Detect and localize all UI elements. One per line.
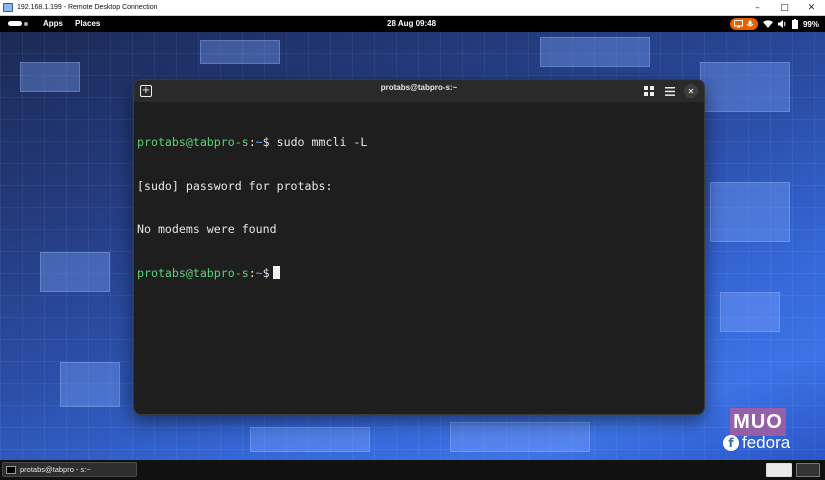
bottom-taskbar: protabs@tabpro - s:~ [0,460,825,480]
sharing-indicator[interactable] [729,18,758,30]
taskbar-window-button[interactable]: protabs@tabpro - s:~ [2,462,137,477]
terminal-icon [6,465,16,474]
audio-icon [746,20,754,27]
terminal-title: protabs@tabpro-s:~ [380,83,458,92]
apps-menu[interactable]: Apps [43,19,63,28]
prompt-separator: : [248,265,256,280]
system-indicators[interactable]: 99% [729,18,819,30]
taskbar-window-label: protabs@tabpro - s:~ [20,465,91,474]
prompt-path: ~ [255,265,263,280]
activities-button[interactable] [8,21,28,26]
wallpaper-shape [200,40,280,64]
terminal-window[interactable]: + protabs@tabpro-s:~ ✕ protabs@tabpro-s:… [133,79,705,415]
terminal-header-bar[interactable]: + protabs@tabpro-s:~ ✕ [134,80,704,102]
maximize-button[interactable]: □ [771,0,798,16]
fedora-watermark: f fedora [723,433,790,453]
battery-icon [791,19,798,29]
wallpaper-shape [60,362,120,407]
volume-icon [777,20,786,28]
screen-share-icon [733,20,743,28]
wallpaper-shape [720,292,780,332]
rdp-window-title: 192.168.1.199 - Remote Desktop Connectio… [17,4,158,11]
muo-watermark: MUO [730,408,786,436]
terminal-output[interactable]: protabs@tabpro-s:~$ sudo mmcli -L [sudo]… [137,106,700,309]
minimize-button[interactable]: – [744,0,771,16]
places-menu[interactable]: Places [75,19,100,28]
activities-indicator-icon [8,21,22,26]
workspace-dot-icon [24,21,28,26]
prompt-user: protabs@tabpro-s [137,135,249,149]
prompt-user: protabs@tabpro-s [137,265,249,280]
prompt-separator: : [248,135,256,149]
rdp-window-controls: – □ ✕ [744,0,825,16]
prompt-path: ~ [255,135,263,149]
workspace-2-indicator[interactable] [796,463,820,477]
close-icon[interactable]: ✕ [684,84,698,98]
terminal-line: protabs@tabpro-s:~$ sudo mmcli -L [137,135,700,150]
prompt-symbol: $ [262,265,270,280]
wallpaper-shape [250,427,370,452]
command-text: sudo mmcli -L [269,135,368,149]
terminal-line: protabs@tabpro-s:~$ [137,265,700,281]
hamburger-menu-icon[interactable] [663,84,677,98]
wallpaper-shape [700,62,790,112]
terminal-line: No modems were found [137,222,277,236]
text-cursor [272,265,280,279]
wifi-icon [762,20,773,28]
clock[interactable]: 28 Aug 09:48 [387,19,436,28]
fedora-logo-icon: f [723,435,739,451]
rdp-title-bar[interactable]: 192.168.1.199 - Remote Desktop Connectio… [0,0,825,16]
wallpaper-shape [40,252,110,292]
wallpaper-shape [450,422,590,452]
remote-desktop-icon [3,3,13,12]
fedora-wordmark: fedora [742,433,791,452]
wallpaper-shape [20,62,80,92]
wallpaper-shape [710,182,790,242]
close-button[interactable]: ✕ [798,0,825,16]
terminal-line: [sudo] password for protabs: [137,178,333,193]
terminal-controls: ✕ [642,84,698,98]
grid-view-icon[interactable] [642,84,656,98]
top-panel: Apps Places 28 Aug 09:48 99% [0,16,825,32]
prompt-symbol: $ [262,135,270,149]
battery-percentage: 99% [802,19,819,29]
workspace-1-indicator[interactable] [766,463,792,477]
wallpaper-shape [540,37,650,67]
